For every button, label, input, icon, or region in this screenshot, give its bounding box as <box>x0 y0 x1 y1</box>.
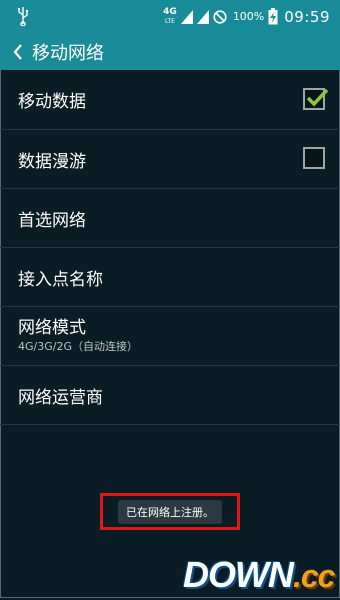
setting-label: 首选网络 <box>18 210 86 231</box>
clock: 09:59 <box>284 7 330 26</box>
chevron-left-icon[interactable] <box>8 33 28 70</box>
watermark-logo: DOWN.cc <box>183 554 335 595</box>
setting-mobile-data[interactable]: 移动数据 <box>0 70 340 130</box>
setting-access-point-names[interactable]: 接入点名称 <box>0 248 340 307</box>
status-bar: 4G LTE 100% 09:59 <box>0 0 340 33</box>
network-type-indicator: 4G LTE <box>163 6 177 25</box>
checkmark-icon <box>306 88 329 107</box>
toast-message: 已在网络上注册。 <box>118 499 222 524</box>
setting-label: 网络模式 <box>18 318 86 338</box>
setting-label: 数据漫游 <box>18 151 86 172</box>
do-not-disturb-icon <box>213 9 227 24</box>
signal-icon <box>196 9 209 24</box>
toast-highlight-box: 已在网络上注册。 <box>100 493 240 530</box>
page-title[interactable]: 移动网络 <box>32 39 104 65</box>
setting-preferred-network[interactable]: 首选网络 <box>0 189 340 248</box>
setting-sublabel: 4G/3G/2G（自动连接） <box>18 340 138 353</box>
setting-label: 接入点名称 <box>18 269 103 290</box>
setting-network-mode[interactable]: 网络模式 4G/3G/2G（自动连接） <box>0 307 340 366</box>
data-roaming-checkbox[interactable] <box>303 147 325 169</box>
battery-charging-icon <box>268 8 278 25</box>
setting-label: 网络运营商 <box>18 387 103 408</box>
setting-label: 移动数据 <box>18 92 86 112</box>
settings-list: 移动数据 数据漫游 首选网络 接入点名称 网络模式 4G/3G/2G（自动连接）… <box>0 70 340 425</box>
battery-percent: 100% <box>232 10 265 23</box>
setting-data-roaming[interactable]: 数据漫游 <box>0 130 340 189</box>
mobile-data-checkbox[interactable] <box>303 87 329 110</box>
setting-network-operators[interactable]: 网络运营商 <box>0 366 340 425</box>
usb-icon <box>18 7 29 26</box>
action-bar: 移动网络 <box>0 33 340 70</box>
signal-icon <box>180 9 193 24</box>
